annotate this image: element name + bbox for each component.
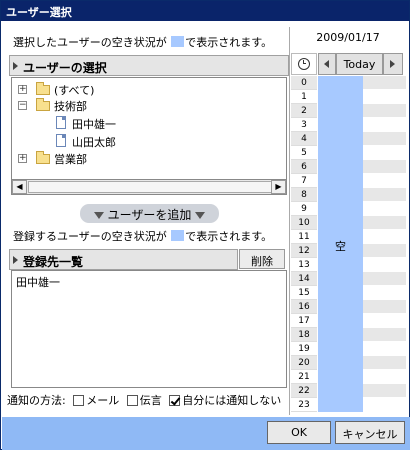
hour-label: 0 [291, 76, 317, 90]
add-user-button[interactable]: ユーザーを追加 [80, 204, 219, 223]
user-document-icon [56, 134, 66, 147]
hour-label: 18 [291, 328, 317, 342]
tree-item-label: 営業部 [54, 153, 87, 166]
hour-label: 4 [291, 132, 317, 146]
hour-label: 17 [291, 314, 317, 328]
next-day-button[interactable] [383, 53, 403, 75]
availability-hint: 選択したユーザーの空き状況が で表示されます。 [13, 34, 272, 50]
hour-label: 10 [291, 216, 317, 230]
hour-label: 14 [291, 272, 317, 286]
hour-label: 3 [291, 118, 317, 132]
delete-button[interactable]: 削除 [239, 249, 285, 269]
hour-label: 2 [291, 104, 317, 118]
user-select-header-label: ユーザーの選択 [23, 61, 107, 75]
message-label: 伝言 [139, 394, 162, 407]
user-document-icon [56, 116, 66, 129]
hour-label: 11 [291, 230, 317, 244]
hour-label: 7 [291, 174, 317, 188]
user-tree[interactable]: + (すべて) − 技術部 田中雄一 山田太郎 + 営業部 [11, 77, 287, 179]
clock-header [291, 53, 317, 75]
window-title: ユーザー選択 [1, 1, 409, 21]
notify-label: 通知の方法: [7, 394, 66, 407]
tree-item-label: 山田太郎 [72, 136, 116, 149]
ok-button[interactable]: OK [267, 421, 331, 444]
availability-swatch [171, 230, 185, 241]
hour-label: 21 [291, 370, 317, 384]
registered-list[interactable]: 田中雄一 [11, 270, 287, 388]
scroll-thumb[interactable] [28, 181, 272, 193]
list-item[interactable]: 田中雄一 [16, 274, 282, 290]
chevron-left-icon [324, 60, 329, 68]
hour-label: 19 [291, 342, 317, 356]
availability-swatch [171, 36, 185, 47]
folder-open-icon [36, 98, 50, 111]
hint-suffix: で表示されます。 [185, 36, 273, 49]
expand-icon[interactable]: + [18, 85, 27, 94]
tree-item-label: 田中雄一 [72, 118, 116, 131]
tree-item-label: (すべて) [54, 84, 95, 97]
hour-label: 23 [291, 398, 317, 412]
self-notify-label: 自分には通知しない [182, 394, 282, 407]
hour-label: 13 [291, 258, 317, 272]
registered-list-header-label: 登録先一覧 [23, 255, 84, 269]
collapse-icon[interactable]: − [18, 101, 27, 110]
today-button[interactable]: Today [336, 53, 383, 75]
availability-column: 空 [318, 76, 363, 412]
tree-item-label: 技術部 [54, 100, 87, 113]
hour-label: 9 [291, 202, 317, 216]
user-select-header[interactable]: ユーザーの選択 [9, 55, 289, 76]
collapse-triangle-icon [13, 256, 18, 264]
schedule-date: 2009/01/17 [316, 31, 380, 44]
hour-label: 22 [291, 384, 317, 398]
availability-label: 空 [335, 240, 346, 253]
self-notify-checkbox[interactable] [169, 395, 181, 406]
mail-checkbox[interactable] [73, 395, 85, 406]
registered-list-header[interactable]: 登録先一覧 [9, 249, 238, 270]
user-select-dialog: ユーザー選択 選択したユーザーの空き状況が で表示されます。 ユーザーの選択 +… [0, 0, 410, 450]
hour-label: 15 [291, 286, 317, 300]
message-checkbox[interactable] [126, 395, 138, 406]
folder-icon [36, 82, 50, 95]
add-user-button-label: ユーザーを追加 [107, 208, 192, 222]
notify-options: 通知の方法: メール 伝言 自分には通知しない [7, 392, 281, 408]
collapse-triangle-icon [13, 62, 18, 70]
down-arrow-icon [195, 212, 206, 219]
hour-label: 16 [291, 300, 317, 314]
cancel-button[interactable]: キャンセル [335, 421, 405, 444]
hour-column: 0 1 2 3 4 5 6 7 8 9 10 11 12 13 14 15 16… [291, 76, 317, 412]
pane-divider [289, 27, 290, 415]
hour-label: 12 [291, 244, 317, 258]
schedule-column [363, 76, 406, 412]
tree-horizontal-scrollbar[interactable]: ◀ ▶ [11, 179, 287, 195]
folder-icon [36, 151, 50, 164]
hour-label: 5 [291, 146, 317, 160]
hour-label: 8 [291, 188, 317, 202]
mail-label: メール [86, 394, 120, 407]
reg-hint-suffix: で表示されます。 [185, 230, 273, 243]
down-arrow-icon [93, 212, 104, 219]
hint-prefix: 選択したユーザーの空き状況が [13, 36, 167, 49]
clock-icon [298, 58, 310, 70]
scroll-left-icon[interactable]: ◀ [12, 180, 27, 194]
registration-hint: 登録するユーザーの空き状況が で表示されます。 [13, 228, 272, 244]
prev-day-button[interactable] [318, 53, 336, 75]
chevron-right-icon [390, 60, 395, 68]
hour-label: 20 [291, 356, 317, 370]
reg-hint-prefix: 登録するユーザーの空き状況が [13, 230, 167, 243]
expand-icon[interactable]: + [18, 154, 27, 163]
hour-label: 6 [291, 160, 317, 174]
scroll-right-icon[interactable]: ▶ [271, 180, 286, 194]
hour-label: 1 [291, 90, 317, 104]
